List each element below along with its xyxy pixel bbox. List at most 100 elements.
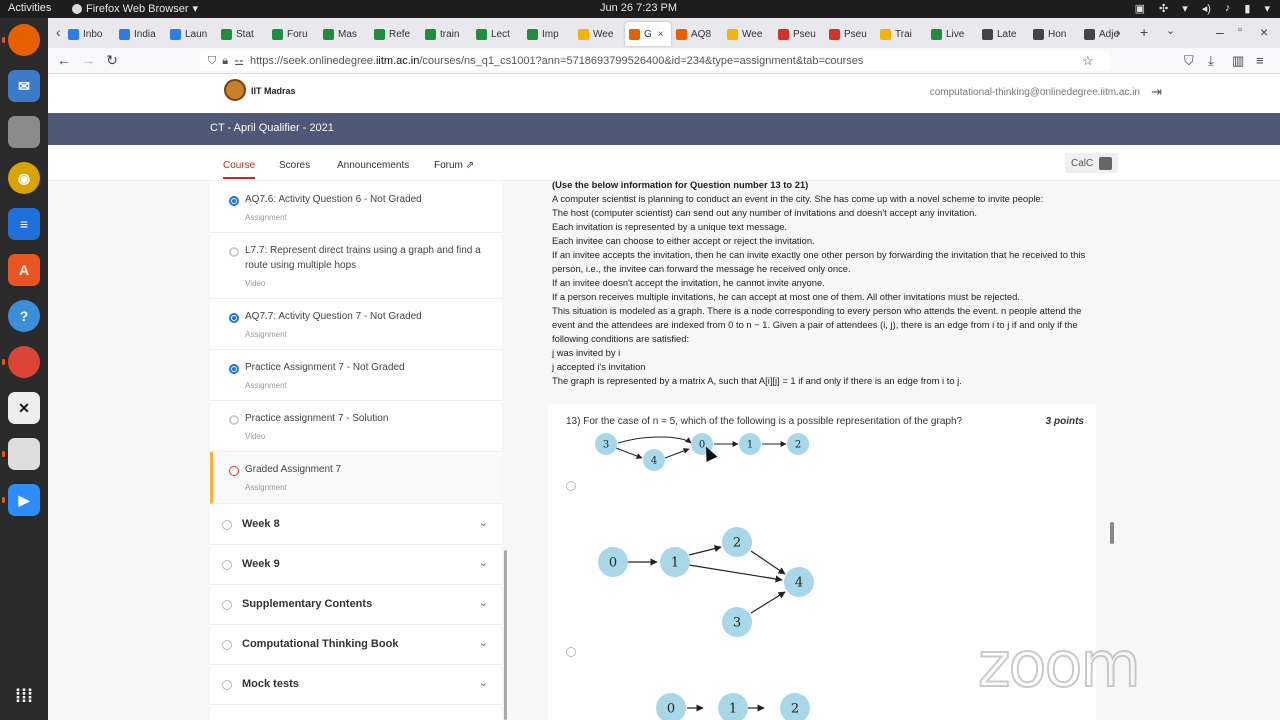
zoom-icon[interactable]: ▶ [2, 484, 40, 516]
writer-icon[interactable]: ≡ [8, 208, 40, 240]
battery-icon[interactable]: ▮ [1244, 2, 1250, 15]
option-1-radio[interactable] [566, 481, 576, 491]
rhythmbox-icon[interactable]: ◉ [8, 162, 40, 194]
browser-tab[interactable]: Mas [319, 22, 369, 46]
browser-tab[interactable]: AQ8 [672, 22, 722, 46]
help-icon[interactable]: ? [8, 300, 40, 332]
info-line: The graph is represented by a matrix A, … [552, 375, 962, 386]
tab-scroll-right-icon[interactable]: › [1116, 24, 1121, 40]
power-menu-icon[interactable]: ▾ [1264, 2, 1270, 15]
tab-scroll-left-icon[interactable]: ‹ [56, 24, 61, 40]
supplementary-contents-accordion[interactable]: Supplementary Contents ⌄ [210, 585, 502, 625]
logout-icon[interactable]: ⇥ [1151, 84, 1162, 100]
pocket-icon[interactable]: ⛉ [1184, 53, 1194, 69]
xournal-icon[interactable]: ✕ [8, 392, 40, 424]
microphone-icon[interactable]: ♪ [1225, 2, 1231, 15]
clock[interactable]: Jun 26 7:23 PM [600, 2, 760, 14]
option-2-radio[interactable] [566, 647, 576, 657]
week-label: Computational Thinking Book [242, 638, 399, 650]
iitm-logo[interactable] [224, 79, 246, 101]
tab-title: AQ8 [691, 28, 712, 40]
tab-forum[interactable]: Forum ⇗ [434, 160, 474, 171]
tab-course[interactable]: Course [223, 160, 256, 179]
lock-icon[interactable]: 🔒︎ [222, 55, 228, 68]
sidebar-scrollbar[interactable] [504, 550, 507, 720]
activities-button[interactable]: Activities [8, 2, 51, 14]
week-8-accordion[interactable]: Week 8 ⌄ [210, 505, 502, 545]
browser-tab[interactable]: Adje [1080, 22, 1130, 46]
new-tab-icon[interactable]: + [1140, 24, 1148, 40]
settings-icon[interactable]: ✣ [1159, 2, 1168, 15]
option-2-node-label: 3 [733, 616, 741, 631]
browser-tab[interactable]: Wee [723, 22, 773, 46]
close-tab-icon[interactable]: × [658, 29, 664, 40]
firefox-icon[interactable] [2, 24, 40, 56]
wifi-icon[interactable]: ▾ [1182, 2, 1188, 15]
show-applications-icon[interactable]: ⁞⁞⁞ [8, 680, 40, 712]
list-tabs-icon[interactable]: ⌄ [1166, 24, 1175, 37]
sidebar-item-practice-assignment-7[interactable]: Practice Assignment 7 - Not Graded Assig… [210, 350, 502, 401]
browser-tab[interactable]: India [115, 22, 165, 46]
tab-announcements[interactable]: Announcements [337, 160, 409, 171]
browser-tab[interactable]: Pseu [825, 22, 875, 46]
browser-tab[interactable]: Late [978, 22, 1028, 46]
browser-tab[interactable]: Live [927, 22, 977, 46]
bookmark-star-icon[interactable]: ☆ [1082, 53, 1094, 69]
browser-tab[interactable]: Wee [574, 22, 624, 46]
url-bar[interactable]: ⛉ 🔒︎ ⚍ https://seek.onlinedegree.iitm.ac… [200, 51, 1110, 71]
browser-tab[interactable]: Pseu [774, 22, 824, 46]
sidebar-item-l7-7[interactable]: L7.7: Represent direct trains using a gr… [210, 233, 502, 299]
browser-tab[interactable]: Hon [1029, 22, 1079, 46]
mock-tests-accordion[interactable]: Mock tests ⌄ [210, 665, 502, 705]
hamburger-menu-icon[interactable]: ≡ [1256, 53, 1264, 68]
permissions-icon[interactable]: ⚍ [234, 55, 244, 68]
volume-icon[interactable]: ◂) [1202, 2, 1211, 15]
sidebar-item-practice-solution-7[interactable]: Practice assignment 7 - Solution Video [210, 401, 502, 452]
files-icon[interactable] [8, 116, 40, 148]
browser-tab[interactable]: Imp [523, 22, 573, 46]
info-line: j was invited by i [552, 347, 621, 358]
sidebar-item-graded-assignment-7[interactable]: Graded Assignment 7 Assignment [210, 452, 502, 504]
course-title: CT - April Qualifier - 2021 [210, 122, 334, 134]
tab-favicon-icon [527, 28, 538, 40]
back-icon[interactable]: ← [54, 52, 74, 68]
browser-tab[interactable]: Stat [217, 22, 267, 46]
navigation-bar: ← → ↻ ⛉ 🔒︎ ⚍ https://seek.onlinedegree.i… [48, 48, 1280, 74]
reload-icon[interactable]: ↻ [102, 52, 122, 69]
chrome-icon[interactable] [2, 346, 40, 378]
week-9-accordion[interactable]: Week 9 ⌄ [210, 545, 502, 585]
week-label: Supplementary Contents [242, 598, 373, 610]
downloads-icon[interactable]: ⤓ [1208, 53, 1214, 69]
tab-scores[interactable]: Scores [279, 160, 310, 171]
tab-title: Wee [742, 28, 763, 40]
calculator-button[interactable]: CalC [1065, 153, 1119, 173]
main-scrollbar[interactable] [1110, 522, 1114, 544]
system-tray[interactable]: ▣ ✣ ▾ ◂) ♪ ▮ ▾ [1135, 2, 1270, 15]
browser-tab[interactable]: Inbo [64, 22, 114, 46]
close-window-icon[interactable]: × [1260, 24, 1268, 40]
option-1-node-label: 4 [651, 456, 657, 467]
ct-book-accordion[interactable]: Computational Thinking Book ⌄ [210, 625, 502, 665]
document-viewer-icon[interactable] [2, 438, 40, 470]
browser-tab[interactable]: train [421, 22, 471, 46]
sidebar-item-aq7-7[interactable]: AQ7.7: Activity Question 7 - Not Graded … [210, 299, 502, 350]
tracking-shield-icon[interactable]: ⛉ [208, 55, 216, 68]
browser-tab[interactable]: Laun [166, 22, 216, 46]
software-center-icon[interactable]: A [8, 254, 40, 286]
maximize-icon[interactable]: ▫ [1238, 24, 1242, 36]
sidebar-toggle-icon[interactable]: ▥ [1232, 53, 1244, 69]
browser-tab[interactable]: G × [625, 22, 671, 46]
thunderbird-icon[interactable]: ✉ [8, 70, 40, 102]
tab-title: Pseu [793, 28, 816, 40]
browser-tab[interactable]: Foru [268, 22, 318, 46]
url-text: https://seek.onlinedegree.iitm.ac.in/cou… [249, 55, 864, 67]
minimize-icon[interactable]: – [1216, 24, 1224, 40]
tab-forum-label: Forum [434, 160, 463, 171]
browser-tab[interactable]: Refe [370, 22, 420, 46]
forward-icon[interactable]: → [78, 52, 98, 68]
browser-tab[interactable]: Trai [876, 22, 926, 46]
browser-tab[interactable]: Lect [472, 22, 522, 46]
sidebar-item-aq7-6[interactable]: AQ7.6: Activity Question 6 - Not Graded … [210, 182, 502, 233]
app-menu[interactable]: Firefox Web Browser ▾ [72, 2, 198, 15]
app-indicator-icon[interactable]: ▣ [1135, 2, 1145, 15]
